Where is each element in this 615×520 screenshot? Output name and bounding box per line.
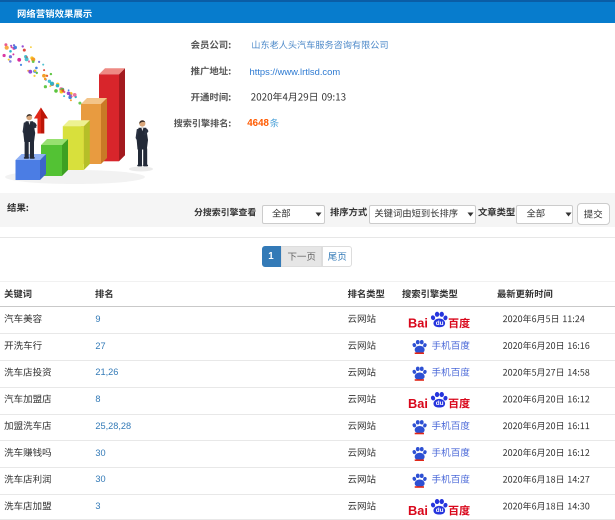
svg-text:Bai: Bai	[408, 503, 428, 518]
svg-text:du: du	[436, 507, 444, 514]
svg-text:du: du	[436, 400, 444, 407]
svg-text:Bai: Bai	[408, 396, 428, 411]
svg-text:Bai: Bai	[408, 316, 428, 331]
svg-text:du: du	[436, 320, 444, 327]
